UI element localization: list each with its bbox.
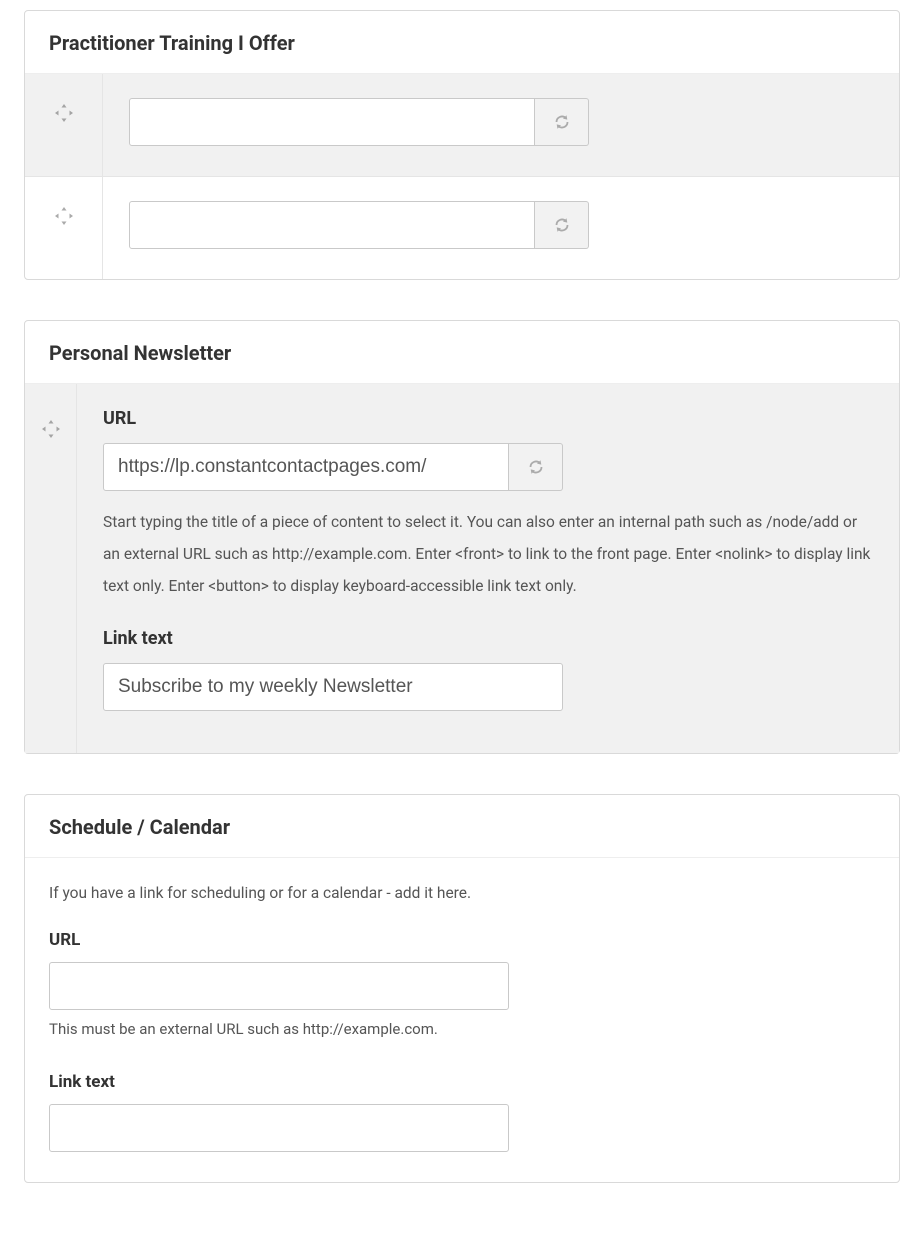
schedule-description: If you have a link for scheduling or for… [49,884,875,902]
refresh-icon [553,216,571,234]
schedule-panel: Schedule / Calendar If you have a link f… [24,794,900,1183]
training-input-1[interactable] [129,201,535,249]
url-help-text: Start typing the title of a piece of con… [103,507,873,602]
refresh-button[interactable] [535,98,589,146]
move-icon [55,207,73,225]
newsletter-url-input[interactable] [103,443,509,491]
url-label: URL [103,408,873,429]
training-title: Practitioner Training I Offer [49,31,875,55]
refresh-icon [553,113,571,131]
newsletter-content: URL Start typing the title of a piece of… [77,384,899,753]
schedule-body: If you have a link for scheduling or for… [25,858,899,1182]
training-row [25,177,899,279]
newsletter-row: URL Start typing the title of a piece of… [25,384,899,753]
newsletter-header: Personal Newsletter [25,321,899,384]
newsletter-linktext-input[interactable] [103,663,563,711]
drag-handle[interactable] [25,384,77,753]
refresh-button[interactable] [535,201,589,249]
schedule-linktext-input[interactable] [49,1104,509,1152]
schedule-url-input[interactable] [49,962,509,1010]
schedule-header: Schedule / Calendar [25,795,899,858]
schedule-linktext-label: Link text [49,1072,875,1092]
schedule-url-help: This must be an external URL such as htt… [49,1020,875,1038]
training-input-0[interactable] [129,98,535,146]
training-row-content [103,177,899,279]
schedule-url-label: URL [49,930,875,950]
newsletter-panel: Personal Newsletter URL Start typing the… [24,320,900,754]
training-row-content [103,74,899,176]
linktext-label: Link text [103,628,873,649]
drag-handle[interactable] [25,74,103,176]
training-panel: Practitioner Training I Offer [24,10,900,280]
training-row [25,74,899,177]
training-header: Practitioner Training I Offer [25,11,899,74]
newsletter-title: Personal Newsletter [49,341,875,365]
schedule-title: Schedule / Calendar [49,815,875,839]
move-icon [42,420,60,438]
refresh-button[interactable] [509,443,563,491]
refresh-icon [527,458,545,476]
drag-handle[interactable] [25,177,103,279]
move-icon [55,104,73,122]
